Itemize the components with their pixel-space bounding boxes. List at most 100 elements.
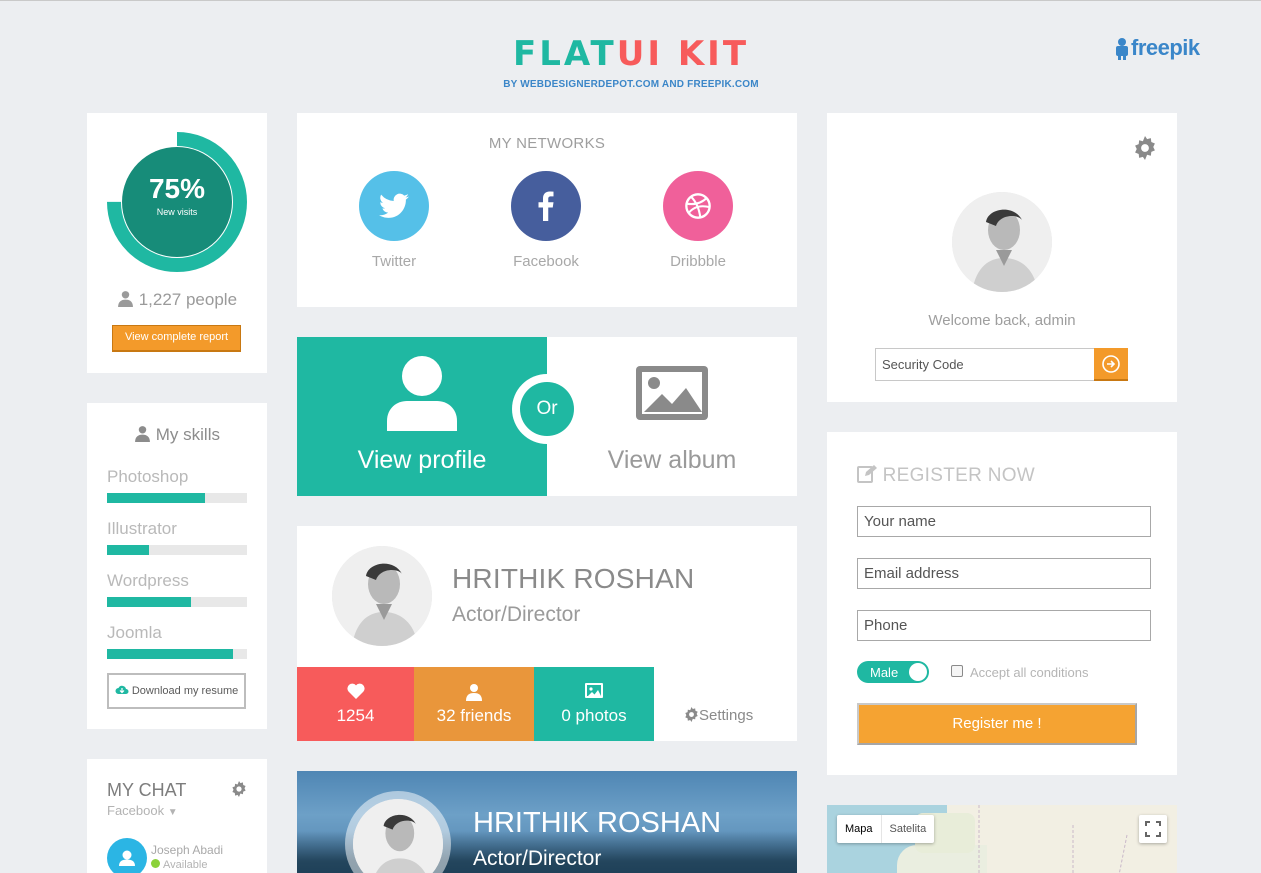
gear-icon[interactable]: [1133, 136, 1157, 165]
skill-name: Wordpress: [107, 571, 189, 590]
welcome-text: Welcome back, admin: [928, 312, 1076, 329]
visits-percent: 75%: [148, 173, 206, 204]
skill-illustrator: Illustrator: [107, 519, 247, 555]
network-label: Dribbble: [670, 253, 726, 270]
skill-bar: [107, 597, 247, 607]
skills-title: My skills: [87, 425, 267, 445]
map-tab[interactable]: Mapa: [837, 815, 881, 843]
skill-photoshop: Photoshop: [107, 467, 247, 503]
fullscreen-icon[interactable]: [1139, 815, 1167, 843]
visits-label: New visits: [156, 207, 198, 217]
skill-fill: [107, 597, 191, 607]
network-facebook[interactable]: Facebook: [491, 171, 601, 270]
status-dot-icon: [151, 859, 160, 868]
caret-down-icon: ▼: [167, 807, 178, 818]
contact-name[interactable]: Joseph Abadi: [151, 843, 223, 857]
networks-title: MY NETWORKS: [488, 135, 606, 152]
or-label: Or: [520, 382, 574, 436]
gear-icon[interactable]: [231, 781, 247, 802]
chat-source-label: Facebook: [107, 803, 165, 818]
view-profile-label: View profile: [357, 446, 487, 474]
edit-icon: [857, 465, 877, 483]
phone-field[interactable]: [857, 610, 1151, 641]
skills-title-text: My skills: [155, 425, 220, 444]
skill-bar: [107, 649, 247, 659]
security-code-input[interactable]: [875, 348, 1095, 381]
user-icon: [135, 426, 150, 442]
profile-name: HRITHIK ROSHAN: [452, 563, 695, 594]
register-title-text: REGISTER NOW: [882, 465, 1036, 486]
chat-card: MY CHAT Facebook ▼ Joseph Abadi Availabl…: [87, 759, 267, 873]
freepik-icon: [1116, 38, 1128, 60]
name-field[interactable]: [857, 506, 1151, 537]
network-label: Facebook: [513, 253, 579, 270]
satellite-tab[interactable]: Satelita: [880, 815, 935, 843]
skill-name: Joomla: [107, 623, 162, 642]
freepik-label: freepik: [1131, 35, 1200, 60]
chat-source-dropdown[interactable]: Facebook ▼: [107, 803, 178, 818]
dribbble-icon: [663, 171, 733, 241]
image-icon: [585, 683, 603, 698]
banner-role: Actor/Director: [473, 847, 602, 870]
map-type-control: Mapa Satelita: [837, 815, 935, 843]
profile-card: HRITHIK ROSHAN Actor/Director 1254 32 fr…: [297, 526, 797, 741]
security-submit-button[interactable]: [1094, 348, 1128, 381]
arrow-right-circle-icon: [1102, 354, 1120, 373]
user-icon: [117, 290, 134, 312]
register-title: REGISTER NOW: [857, 464, 1035, 487]
people-count: 1,227 people: [87, 290, 267, 312]
network-twitter[interactable]: Twitter: [339, 171, 449, 270]
skills-card: My skills Photoshop Illustrator Wordpres…: [87, 403, 267, 729]
download-resume-button[interactable]: Download my resume: [107, 673, 246, 709]
freepik-logo[interactable]: freepik: [1113, 35, 1200, 61]
banner-photo-ring: [345, 791, 451, 873]
banner-photo[interactable]: [353, 799, 443, 873]
contact-status: Available: [151, 859, 207, 871]
avatar[interactable]: [107, 838, 147, 873]
network-label: Twitter: [371, 253, 417, 270]
skill-name: Illustrator: [107, 519, 177, 538]
skill-joomla: Joomla: [107, 623, 247, 659]
settings-label: Settings: [699, 707, 754, 724]
skill-wordpress: Wordpress: [107, 571, 247, 607]
photos-count: 0 photos: [561, 706, 627, 725]
view-album-button[interactable]: View album: [547, 337, 797, 496]
skill-fill: [107, 649, 233, 659]
gender-toggle[interactable]: Male: [857, 661, 929, 683]
likes-stat[interactable]: 1254: [297, 667, 414, 741]
user-icon: [387, 356, 457, 431]
user-icon: [466, 684, 482, 701]
facebook-icon: [511, 171, 581, 241]
gear-icon: [685, 707, 698, 722]
friends-count: 32 friends: [436, 706, 512, 725]
skill-bar: [107, 493, 247, 503]
friends-stat[interactable]: 32 friends: [414, 667, 534, 741]
user-icon: [119, 850, 135, 866]
email-field[interactable]: [857, 558, 1151, 589]
settings-link[interactable]: Settings: [684, 707, 753, 724]
accept-conditions-checkbox[interactable]: [951, 665, 963, 677]
image-icon: [636, 366, 708, 420]
download-resume-label: Download my resume: [131, 685, 239, 697]
or-badge: Or: [512, 374, 582, 444]
view-report-button[interactable]: View complete report: [112, 325, 241, 352]
skill-bar: [107, 545, 247, 555]
register-button[interactable]: Register me !: [857, 703, 1137, 745]
accept-conditions-label: Accept all conditions: [970, 665, 1089, 680]
profile-banner: HRITHIK ROSHAN Actor/Director: [297, 771, 797, 873]
chat-title: MY CHAT: [107, 780, 187, 800]
map-widget[interactable]: Mapa Satelita: [827, 805, 1177, 873]
skill-fill: [107, 545, 149, 555]
banner-name: HRITHIK ROSHAN: [473, 807, 722, 839]
view-profile-button[interactable]: View profile: [297, 337, 547, 496]
logo-title: FLATUI KIT: [512, 34, 750, 74]
profile-photo[interactable]: [332, 546, 432, 646]
logo-subtitle: BY WEBDESIGNERDEPOT.COM AND FREEPIK.COM: [503, 79, 759, 90]
network-dribbble[interactable]: Dribbble: [643, 171, 753, 270]
photos-stat[interactable]: 0 photos: [534, 667, 654, 741]
networks-card: MY NETWORKS Twitter Facebook Dribbble: [297, 113, 797, 307]
view-album-label: View album: [607, 446, 737, 474]
twitter-icon: [359, 171, 429, 241]
avatar[interactable]: [952, 192, 1052, 292]
gender-label: Male: [870, 665, 899, 680]
